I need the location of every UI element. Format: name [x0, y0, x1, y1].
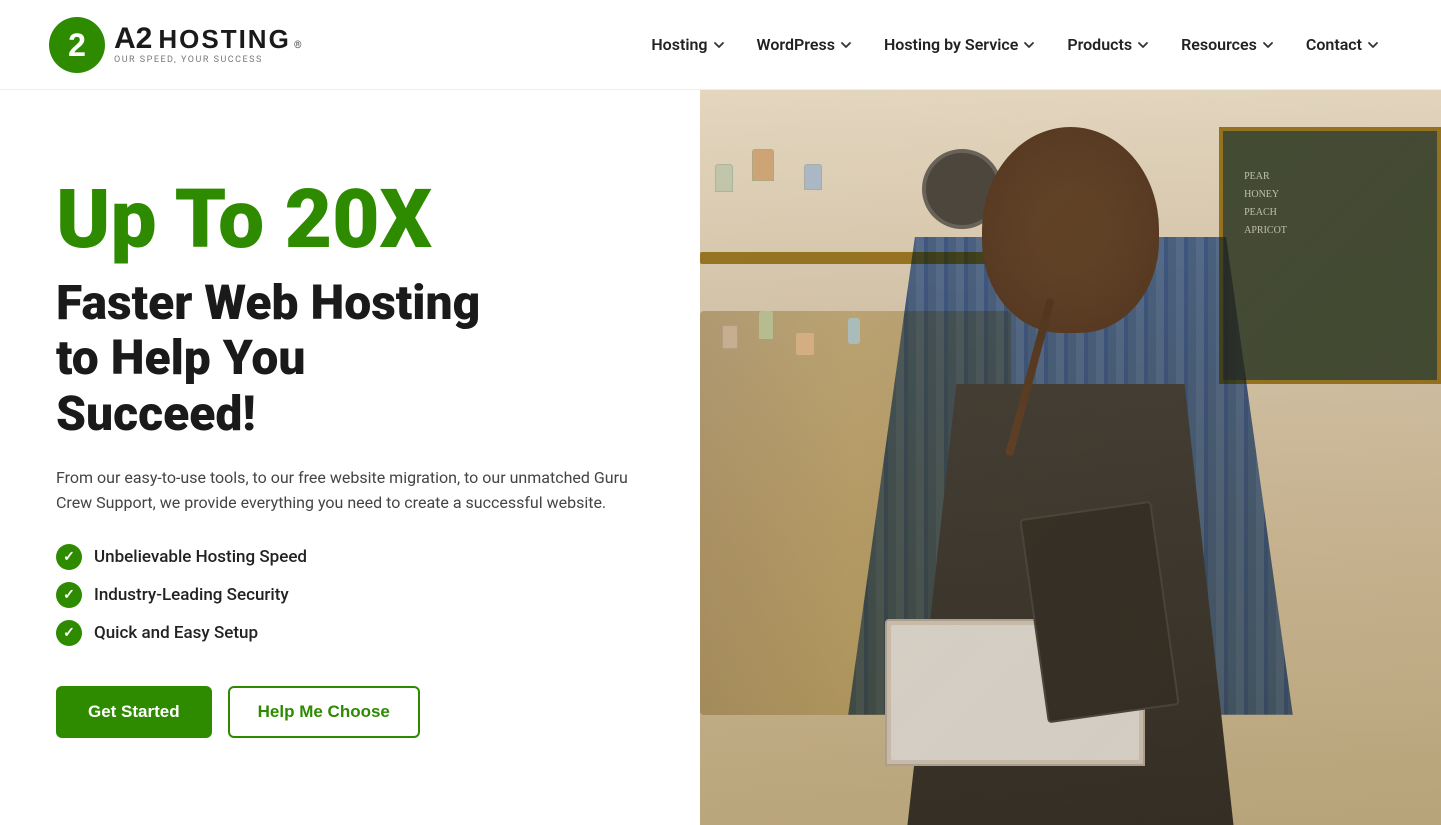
nav-link-contact[interactable]: Contact: [1292, 27, 1393, 62]
nav-label-hosting-by-service: Hosting by Service: [884, 35, 1018, 54]
hero-subtitle-line1: Faster Web Hosting: [56, 274, 480, 331]
nav-label-contact: Contact: [1306, 35, 1362, 54]
feature-label-setup: Quick and Easy Setup: [94, 623, 258, 643]
hero-section: Up To 20X Faster Web Hosting to Help You…: [0, 90, 1441, 825]
container-3: [796, 333, 814, 355]
nav-link-products[interactable]: Products: [1053, 27, 1163, 62]
svg-text:2: 2: [68, 27, 86, 63]
chalkboard-text: PEARHONEYPEACHAPRICOT: [1244, 168, 1287, 240]
logo-a2: A2: [114, 24, 152, 54]
hero-subtitle-line3: Succeed!: [56, 385, 256, 442]
chevron-down-icon: [840, 39, 852, 51]
hero-subtitle: Faster Web Hosting to Help You Succeed!: [56, 275, 652, 441]
jar-2: [752, 149, 774, 181]
nav-item-products: Products: [1053, 27, 1163, 62]
hero-uptitle: Up To 20X: [56, 177, 652, 263]
chevron-down-icon: [1367, 39, 1379, 51]
nav-link-hosting-by-service[interactable]: Hosting by Service: [870, 27, 1049, 62]
nav-label-products: Products: [1067, 35, 1132, 54]
logo-hosting-text: HOSTING: [158, 26, 290, 52]
hero-subtitle-line2: to Help You: [56, 329, 305, 386]
chalkboard: PEARHONEYPEACHAPRICOT: [1219, 127, 1441, 384]
container-1: [722, 325, 738, 349]
nav-item-wordpress: WordPress: [743, 27, 866, 62]
navbar: 2 A2 HOSTING ® OUR SPEED, YOUR SUCCESS H…: [0, 0, 1441, 90]
nav-item-hosting: Hosting: [637, 27, 738, 62]
chevron-down-icon: [1137, 39, 1149, 51]
jar-3: [804, 164, 822, 190]
check-icon-setup: [56, 620, 82, 646]
nav-link-wordpress[interactable]: WordPress: [743, 27, 866, 62]
container-4: [848, 318, 860, 344]
feature-item-setup: Quick and Easy Setup: [56, 620, 652, 646]
check-icon-speed: [56, 544, 82, 570]
nav-item-contact: Contact: [1292, 27, 1393, 62]
jar-1: [715, 164, 733, 192]
nav-label-hosting: Hosting: [651, 35, 707, 54]
nav-menu: Hosting WordPress Hosting by Service: [637, 27, 1393, 62]
chevron-down-icon: [1262, 39, 1274, 51]
feature-item-speed: Unbelievable Hosting Speed: [56, 544, 652, 570]
nav-item-resources: Resources: [1167, 27, 1288, 62]
feature-item-security: Industry-Leading Security: [56, 582, 652, 608]
logo-wrap: 2 A2 HOSTING ® OUR SPEED, YOUR SUCCESS: [48, 16, 302, 74]
get-started-button[interactable]: Get Started: [56, 686, 212, 738]
nav-item-hosting-by-service: Hosting by Service: [870, 27, 1049, 62]
feature-label-security: Industry-Leading Security: [94, 585, 289, 605]
logo[interactable]: 2 A2 HOSTING ® OUR SPEED, YOUR SUCCESS: [48, 16, 302, 74]
chevron-down-icon: [713, 39, 725, 51]
container-2: [759, 311, 773, 339]
feature-label-speed: Unbelievable Hosting Speed: [94, 547, 307, 567]
photo-scene: PEARHONEYPEACHAPRICOT: [700, 90, 1441, 825]
hero-content: Up To 20X Faster Web Hosting to Help You…: [0, 90, 700, 825]
nav-label-wordpress: WordPress: [757, 35, 835, 54]
logo-text: A2 HOSTING ® OUR SPEED, YOUR SUCCESS: [114, 24, 302, 65]
logo-reg: ®: [294, 41, 302, 51]
help-me-choose-button[interactable]: Help Me Choose: [228, 686, 420, 738]
nav-link-resources[interactable]: Resources: [1167, 27, 1288, 62]
chevron-down-icon: [1023, 39, 1035, 51]
logo-icon: 2: [48, 16, 106, 74]
cta-buttons: Get Started Help Me Choose: [56, 686, 652, 738]
check-icon-security: [56, 582, 82, 608]
features-list: Unbelievable Hosting Speed Industry-Lead…: [56, 544, 652, 646]
hero-description: From our easy-to-use tools, to our free …: [56, 465, 652, 516]
nav-label-resources: Resources: [1181, 35, 1257, 54]
head: [982, 127, 1160, 333]
logo-tagline: OUR SPEED, YOUR SUCCESS: [114, 56, 302, 65]
nav-link-hosting[interactable]: Hosting: [637, 27, 738, 62]
hero-image: PEARHONEYPEACHAPRICOT: [700, 90, 1441, 825]
